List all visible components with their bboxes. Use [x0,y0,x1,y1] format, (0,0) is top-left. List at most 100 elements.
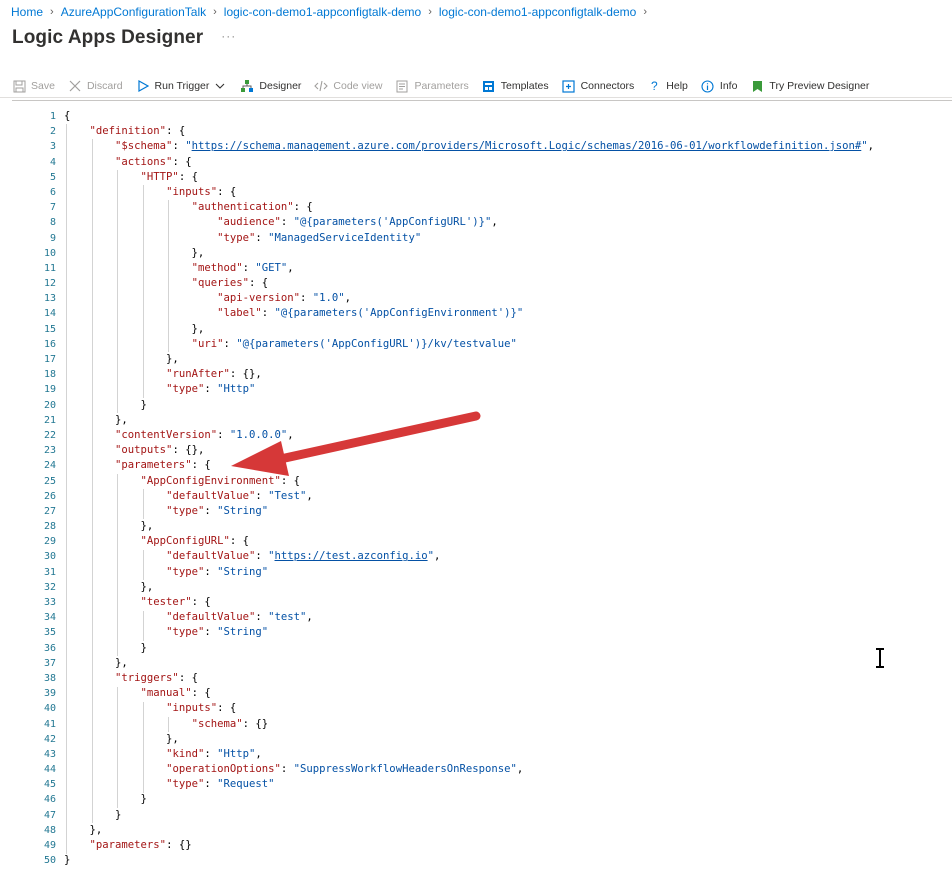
try-preview-designer-button[interactable]: Try Preview Designer [750,79,869,93]
code-line[interactable]: "queries": { [64,276,952,291]
info-button[interactable]: Info [701,79,737,93]
line-number: 2 [49,126,56,138]
code-view-button[interactable]: Code view [314,79,382,93]
code-line[interactable]: "$schema": "https://schema.management.az… [64,139,952,154]
line-number: 23 [43,445,56,457]
code-line[interactable]: "parameters": { [64,458,952,473]
code-line[interactable]: } [64,808,952,823]
chevron-right-icon: › [50,6,54,18]
code-line[interactable]: }, [64,732,952,747]
code-line[interactable]: "method": "GET", [64,261,952,276]
code-line[interactable]: }, [64,352,952,367]
code-line[interactable]: "inputs": { [64,701,952,716]
code-line[interactable]: "authentication": { [64,200,952,215]
code-line[interactable]: }, [64,322,952,337]
code-line[interactable]: }, [64,246,952,261]
parameters-button[interactable]: Parameters [395,79,469,93]
line-number: 18 [43,369,56,381]
code-line[interactable]: } [64,641,952,656]
indent-guide [142,549,144,581]
code-line[interactable]: "schema": {} [64,717,952,732]
code-line[interactable]: "type": "String" [64,565,952,580]
line-number: 17 [43,354,56,365]
line-number: 45 [43,779,56,791]
more-options-icon[interactable]: ··· [221,29,236,43]
code-line[interactable]: "type": "Request" [64,777,952,792]
code-line[interactable]: "defaultValue": "https://test.azconfig.i… [64,549,952,564]
connectors-icon [562,79,576,93]
code-line[interactable]: "manual": { [64,686,952,701]
play-icon [136,79,150,93]
code-line[interactable]: "outputs": {}, [64,443,952,458]
code-line[interactable]: "type": "String" [64,504,952,519]
code-line[interactable]: "AppConfigEnvironment": { [64,474,952,489]
designer-button[interactable]: Designer [240,79,301,93]
code-line[interactable]: "tester": { [64,595,952,610]
breadcrumb-logic-app-current[interactable]: logic-con-demo1-appconfigtalk-demo [439,5,636,19]
save-button[interactable]: Save [12,79,55,93]
breadcrumb-resource-group[interactable]: AzureAppConfigurationTalk [61,5,206,19]
line-number: 27 [43,505,56,517]
line-number: 14 [43,308,56,320]
code-line[interactable]: "AppConfigURL": { [64,534,952,549]
line-number: 44 [43,764,56,776]
code-line[interactable]: } [64,398,952,413]
code-line[interactable]: "audience": "@{parameters('AppConfigURL'… [64,215,952,230]
code-line[interactable]: "defaultValue": "Test", [64,489,952,504]
code-line[interactable]: "triggers": { [64,671,952,686]
line-number: 21 [43,414,56,426]
code-line[interactable]: "definition": { [64,124,952,139]
code-line[interactable]: }, [64,580,952,595]
indent-guide [142,185,144,398]
code-line[interactable]: "kind": "Http", [64,747,952,762]
code-line[interactable]: "type": "ManagedServiceIdentity" [64,231,952,246]
line-number: 36 [43,642,56,654]
line-number: 9 [49,232,56,244]
code-line[interactable]: "defaultValue": "test", [64,610,952,625]
line-number: 3 [49,141,56,153]
line-number: 24 [43,460,56,472]
code-line[interactable]: "contentVersion": "1.0.0.0", [64,428,952,443]
code-line[interactable]: } [64,853,952,868]
code-line[interactable]: "api-version": "1.0", [64,291,952,306]
code-line[interactable]: "type": "String" [64,625,952,640]
run-trigger-button[interactable]: Run Trigger [136,79,228,93]
connectors-button[interactable]: Connectors [562,79,634,93]
close-icon [68,79,82,93]
line-number: 19 [43,384,56,396]
line-number: 39 [43,688,56,700]
code-line[interactable]: "operationOptions": "SuppressWorkflowHea… [64,762,952,777]
indent-guide [117,473,119,657]
templates-button[interactable]: Templates [482,79,549,93]
code-line[interactable]: "label": "@{parameters('AppConfigEnviron… [64,306,952,321]
code-line[interactable]: "uri": "@{parameters('AppConfigURL')}/kv… [64,337,952,352]
line-number: 37 [43,657,56,669]
save-icon [12,79,26,93]
indent-guide [91,139,93,824]
code-icon [314,79,329,93]
discard-button[interactable]: Discard [68,79,123,93]
code-line[interactable]: }, [64,413,952,428]
code-line[interactable]: { [64,109,952,124]
breadcrumb-logic-app[interactable]: logic-con-demo1-appconfigtalk-demo [224,5,421,19]
code-line[interactable]: "type": "Http" [64,382,952,397]
code-line[interactable]: }, [64,823,952,838]
code-line[interactable]: "actions": { [64,155,952,170]
code-line[interactable]: "runAfter": {}, [64,367,952,382]
line-number: 16 [43,338,56,350]
code-line[interactable]: } [64,792,952,807]
code-content[interactable]: { "definition": { "$schema": "https://sc… [64,109,952,868]
chevron-right-icon: › [643,6,647,18]
info-icon [701,79,715,93]
code-line[interactable]: }, [64,519,952,534]
help-button[interactable]: ? Help [647,79,688,93]
breadcrumb-home[interactable]: Home [11,5,43,19]
line-number: 22 [43,429,56,441]
code-line[interactable]: "parameters": {} [64,838,952,853]
code-line[interactable]: }, [64,656,952,671]
code-line[interactable]: "HTTP": { [64,170,952,185]
code-line[interactable]: "inputs": { [64,185,952,200]
code-editor[interactable]: 1 2 3 4 5 6 7 8 9 10 11 12 13 14 15 16 17 18 19 20 21 22 23 24 2… [12,100,952,893]
templates-icon [482,79,496,93]
line-number: 13 [43,293,56,305]
